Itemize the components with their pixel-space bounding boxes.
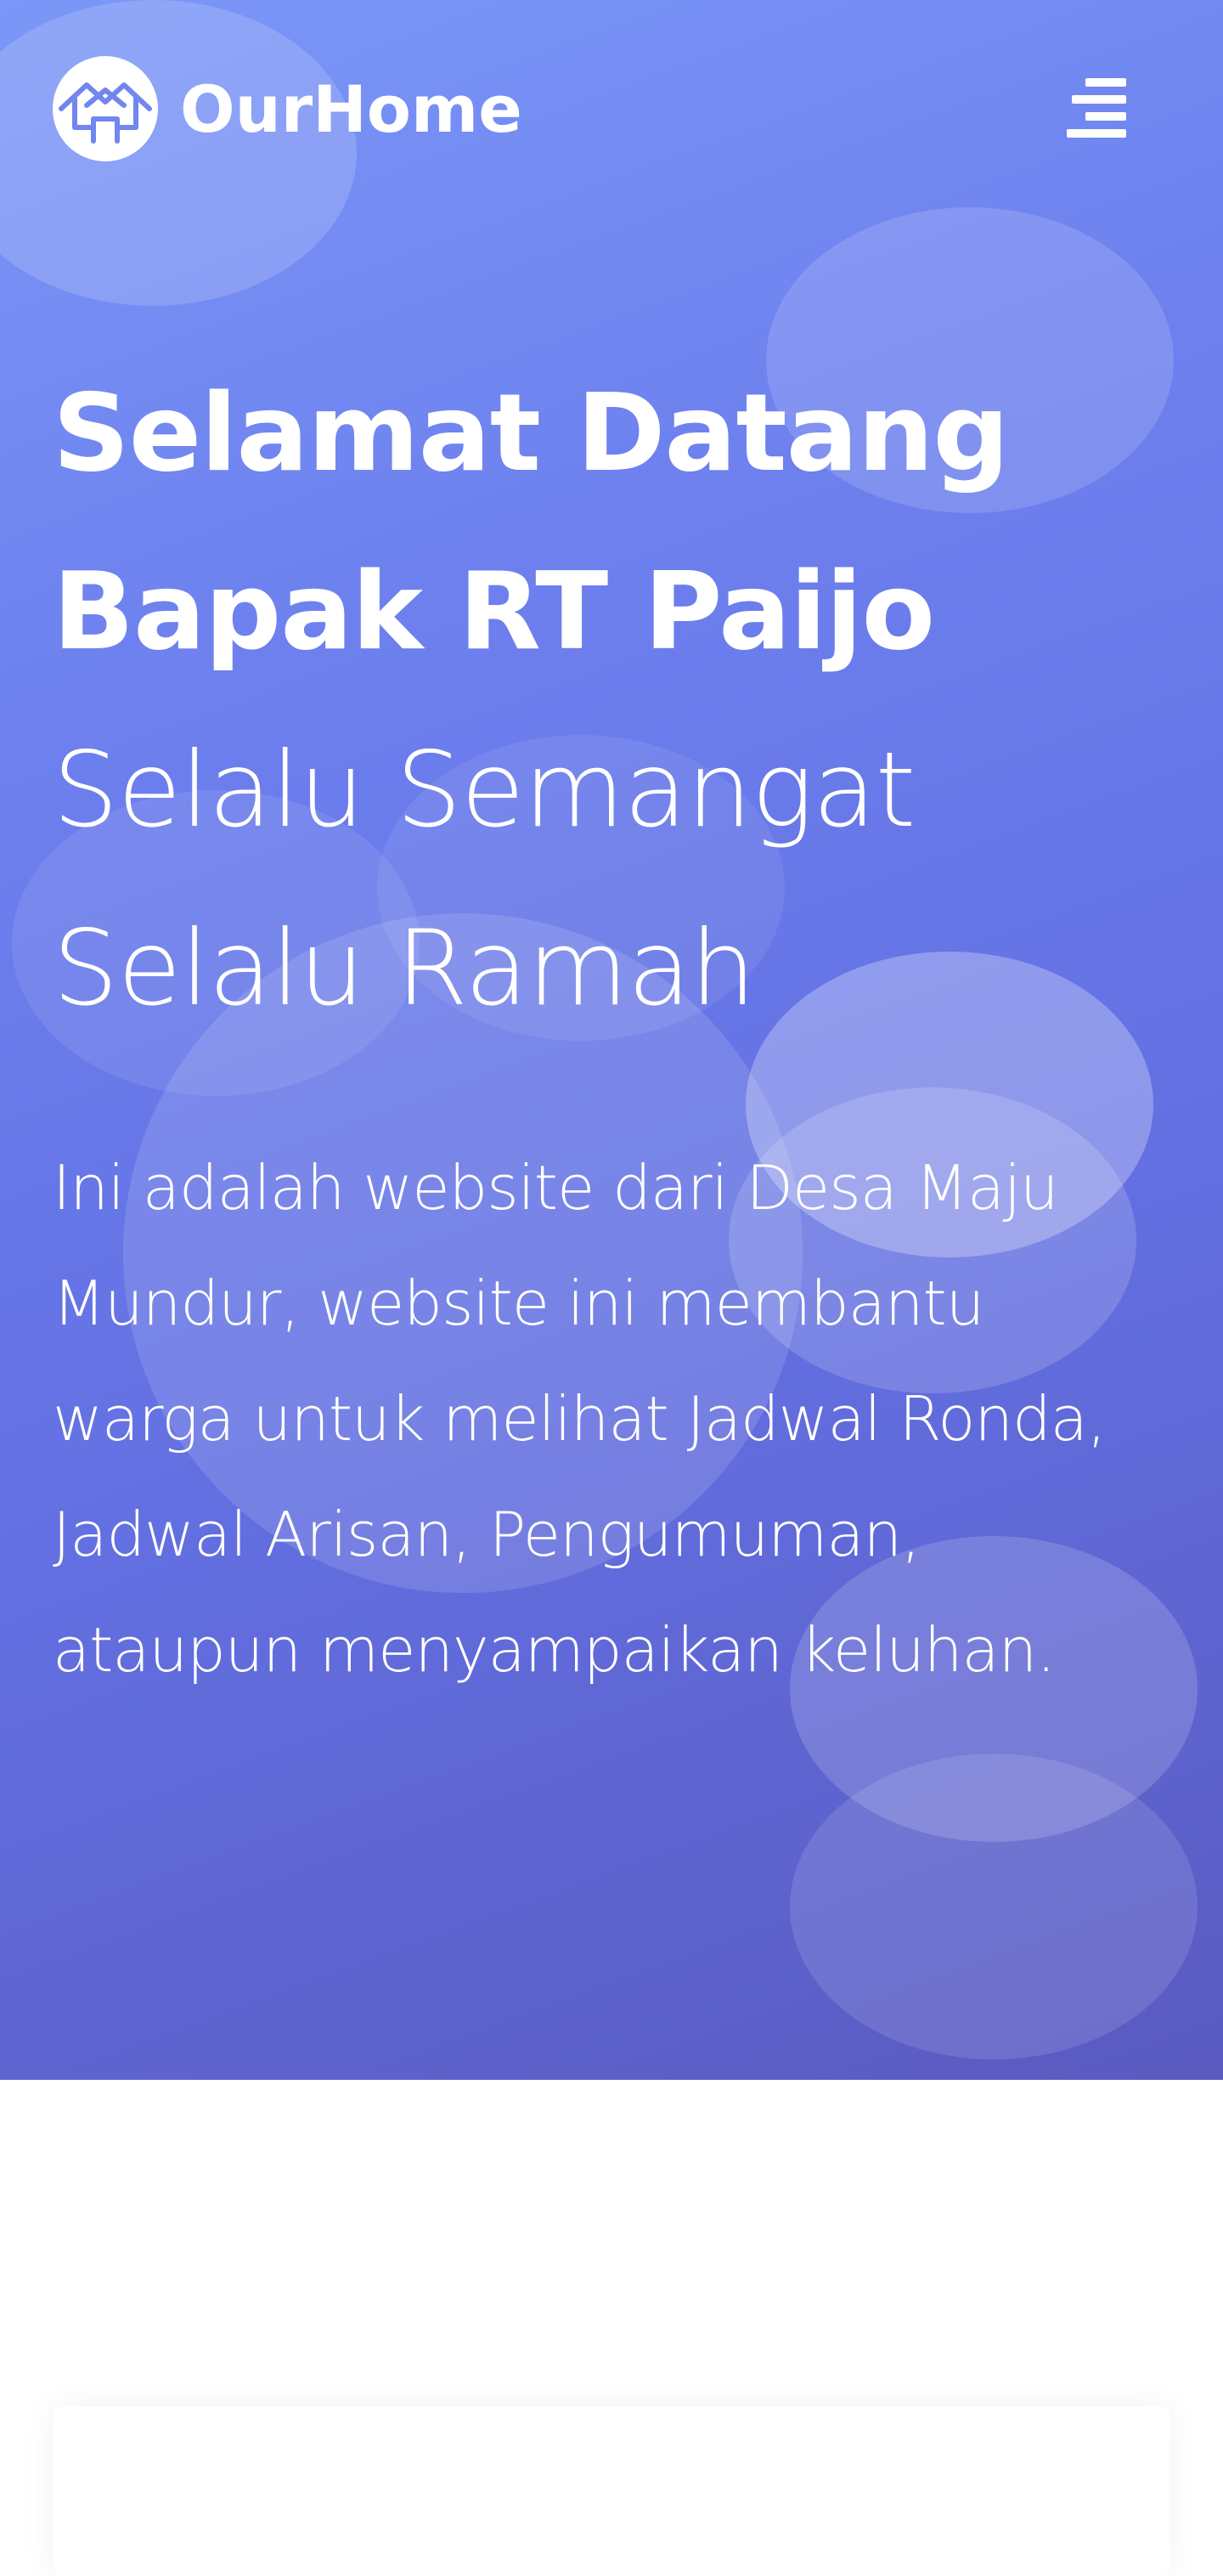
tagline-line-2: Selalu Ramah [53, 908, 756, 1029]
hamburger-menu-icon[interactable] [1062, 75, 1126, 143]
content-card [53, 2406, 1170, 2576]
tagline-line-1: Selalu Semangat [53, 730, 916, 850]
navbar: OurHome [0, 0, 1223, 217]
hero-section: OurHome Selamat Datang Bapak RT Paijo Se… [0, 0, 1223, 2080]
brand-name: OurHome [180, 71, 522, 147]
house-roof-icon [53, 56, 158, 161]
headline-line-1: Selamat Datang [53, 370, 1010, 495]
hero-heading-block: Selamat Datang Bapak RT Paijo Selalu Sem… [53, 344, 1157, 1058]
decorative-bubble [790, 1754, 1198, 2059]
headline-line-2: Bapak RT Paijo [53, 549, 935, 674]
brand-link[interactable]: OurHome [53, 56, 522, 161]
hero-tagline: Selalu Semangat Selalu Ramah [53, 701, 1157, 1058]
hero-headline: Selamat Datang Bapak RT Paijo [53, 344, 1157, 701]
hero-description: Ini adalah website dari Desa Maju Mundur… [53, 1152, 1107, 1686]
